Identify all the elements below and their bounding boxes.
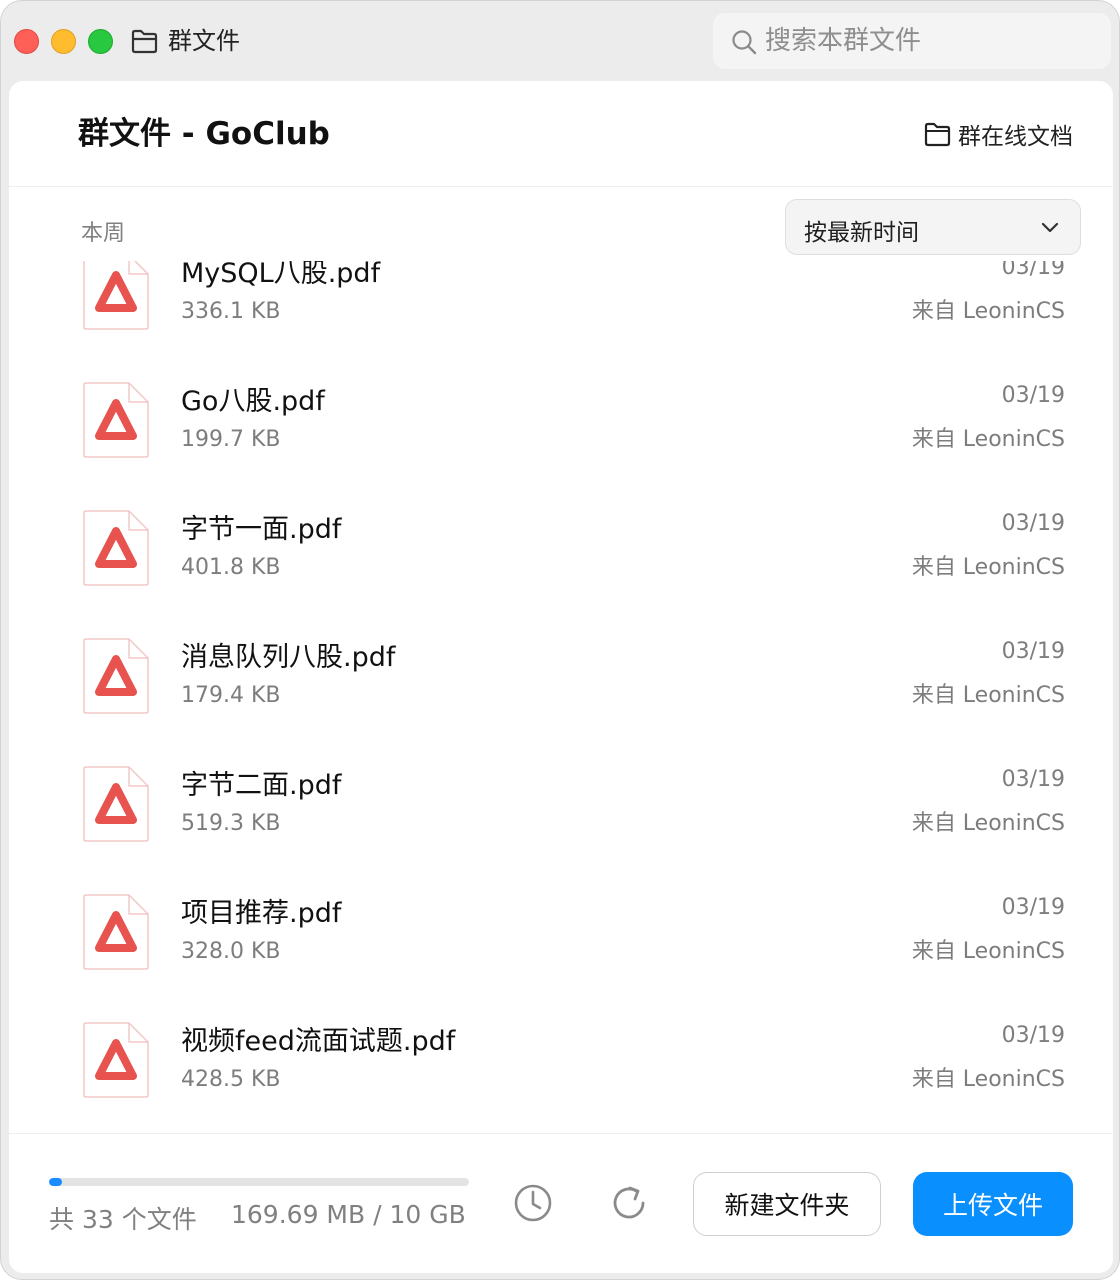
file-date: 03/19	[1001, 639, 1065, 664]
upload-file-button[interactable]: 上传文件	[913, 1172, 1073, 1236]
file-row[interactable]: 字节一面.pdf 401.8 KB 03/19 来自 LeoninCS	[9, 497, 1113, 625]
folder-icon	[131, 29, 158, 54]
file-uploader: 来自 LeoninCS	[911, 299, 1065, 324]
page-title: 群文件 - GoClub	[78, 116, 330, 152]
file-size: 519.3 KB	[181, 811, 281, 836]
file-uploader: 来自 LeoninCS	[911, 683, 1065, 708]
maximize-window-button[interactable]	[88, 29, 113, 54]
storage-progress-fill	[49, 1178, 62, 1186]
pdf-file-icon	[83, 382, 149, 458]
folder-icon	[924, 122, 951, 147]
file-size: 401.8 KB	[181, 555, 281, 580]
file-name: 项目推荐.pdf	[181, 898, 342, 929]
panel-header: 群文件 - GoClub 群在线文档	[9, 81, 1113, 187]
file-uploader: 来自 LeoninCS	[911, 555, 1065, 580]
file-name: 视频feed流面试题.pdf	[181, 1026, 456, 1057]
title-bar: 群文件	[1, 1, 1119, 81]
pdf-file-icon	[83, 510, 149, 586]
file-list: MySQL八股.pdf 336.1 KB 03/19 来自 LeoninCS G…	[9, 261, 1113, 1133]
chevron-down-icon	[1041, 222, 1059, 233]
file-date: 03/19	[1001, 767, 1065, 792]
pdf-file-icon	[83, 638, 149, 714]
section-label: 本周	[81, 221, 126, 246]
file-row[interactable]: 视频feed流面试题.pdf 428.5 KB 03/19 来自 LeoninC…	[9, 1009, 1113, 1133]
file-size: 336.1 KB	[181, 299, 281, 324]
file-date: 03/19	[1001, 383, 1065, 408]
online-docs-label: 群在线文档	[958, 124, 1073, 150]
file-uploader: 来自 LeoninCS	[911, 811, 1065, 836]
refresh-icon[interactable]	[608, 1182, 650, 1224]
sort-selected: 按最新时间	[804, 220, 919, 246]
file-date: 03/19	[1001, 511, 1065, 536]
file-size: 328.0 KB	[181, 939, 281, 964]
storage-progress-bar	[49, 1178, 469, 1186]
file-uploader: 来自 LeoninCS	[911, 939, 1065, 964]
group-files-window: 群文件 群文件 - GoClub 群在线文档 本周 按最新时间	[0, 0, 1120, 1280]
file-date: 03/19	[1001, 261, 1065, 280]
file-date: 03/19	[1001, 895, 1065, 920]
sort-dropdown[interactable]: 按最新时间	[785, 199, 1081, 255]
file-row[interactable]: 字节二面.pdf 519.3 KB 03/19 来自 LeoninCS	[9, 753, 1113, 881]
file-name: Go八股.pdf	[181, 386, 325, 417]
file-row[interactable]: 项目推荐.pdf 328.0 KB 03/19 来自 LeoninCS	[9, 881, 1113, 1009]
online-docs-link[interactable]: 群在线文档	[924, 117, 1073, 151]
file-row[interactable]: MySQL八股.pdf 336.1 KB 03/19 来自 LeoninCS	[9, 261, 1113, 369]
file-row[interactable]: Go八股.pdf 199.7 KB 03/19 来自 LeoninCS	[9, 369, 1113, 497]
file-uploader: 来自 LeoninCS	[911, 1067, 1065, 1092]
file-uploader: 来自 LeoninCS	[911, 427, 1065, 452]
search-icon	[732, 30, 757, 55]
footer-bar: 共 33 个文件 169.69 MB / 10 GB 新建文件夹 上传文件	[9, 1133, 1113, 1273]
file-date: 03/19	[1001, 1023, 1065, 1048]
pdf-file-icon	[83, 894, 149, 970]
pdf-file-icon	[83, 261, 149, 330]
file-count: 共 33 个文件	[49, 1205, 197, 1234]
file-name: MySQL八股.pdf	[181, 261, 381, 289]
new-folder-button[interactable]: 新建文件夹	[693, 1172, 881, 1236]
close-window-button[interactable]	[14, 29, 39, 54]
file-size: 199.7 KB	[181, 427, 281, 452]
file-row[interactable]: 消息队列八股.pdf 179.4 KB 03/19 来自 LeoninCS	[9, 625, 1113, 753]
file-name: 字节二面.pdf	[181, 770, 342, 801]
window-title: 群文件	[168, 27, 240, 55]
file-name: 字节一面.pdf	[181, 514, 342, 545]
files-panel: 群文件 - GoClub 群在线文档 本周 按最新时间 MySQL八股.pdf …	[9, 81, 1113, 1273]
search-input[interactable]	[765, 21, 1095, 61]
clock-icon[interactable]	[512, 1182, 554, 1224]
minimize-window-button[interactable]	[51, 29, 76, 54]
pdf-file-icon	[83, 1022, 149, 1098]
file-size: 428.5 KB	[181, 1067, 281, 1092]
pdf-file-icon	[83, 766, 149, 842]
storage-usage: 169.69 MB / 10 GB	[231, 1200, 466, 1229]
file-name: 消息队列八股.pdf	[181, 642, 396, 673]
search-box[interactable]	[713, 13, 1111, 69]
file-size: 179.4 KB	[181, 683, 281, 708]
